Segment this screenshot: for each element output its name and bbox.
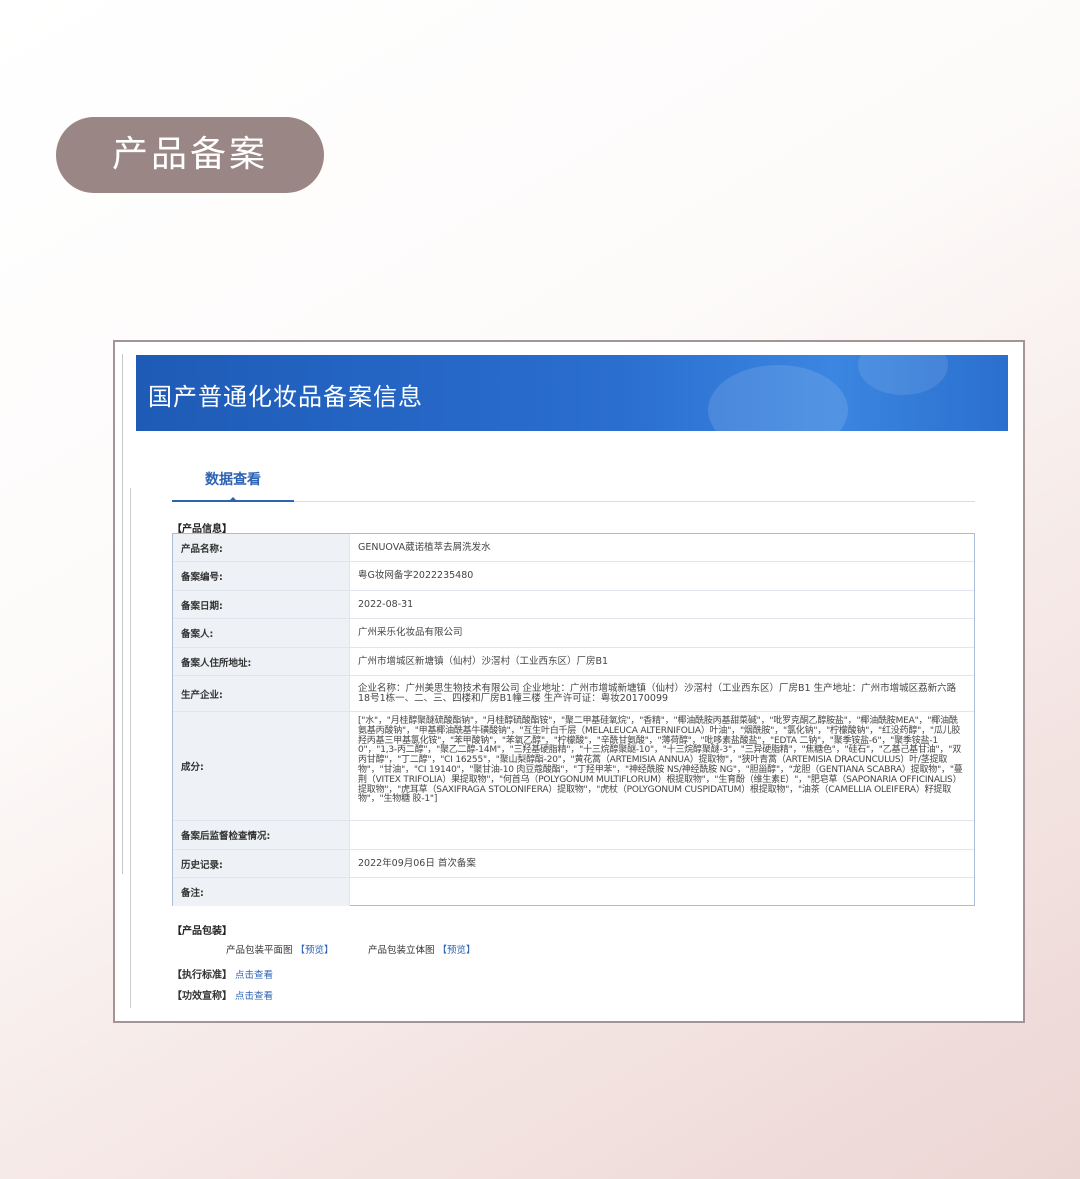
table-row: 备案日期: 2022-08-31 <box>173 591 974 619</box>
efficacy-row: 【功效宣称】 点击查看 <box>172 987 273 1002</box>
row-value: 广州采乐化妆品有限公司 <box>358 627 463 638</box>
row-label: 备案日期: <box>173 591 350 618</box>
packaging-flat-label: 产品包装平面图 <box>226 945 293 956</box>
table-row: 备案人住所地址: 广州市增城区新塘镇（仙村）沙滘村（工业西东区）厂房B1 <box>173 648 974 676</box>
table-row: 产品名称: GENUOVA葳诺植萃去屑洗发水 <box>173 534 974 562</box>
row-label: 备案后监督检查情况: <box>173 821 350 849</box>
table-row: 备案人: 广州采乐化妆品有限公司 <box>173 619 974 648</box>
row-label: 成分: <box>173 712 350 820</box>
tab-bar: 数据查看 <box>172 472 975 502</box>
ingredients-value: ["水"，"月桂醇聚醚硫酸酯钠"，"月桂醇硫酸酯铵"，"聚二甲基硅氧烷"，"香精… <box>358 716 963 805</box>
row-value <box>358 878 966 906</box>
table-row: 备案后监督检查情况: <box>173 821 974 850</box>
standard-label: 【执行标准】 <box>172 970 232 981</box>
frame-divider <box>130 488 131 1008</box>
row-value <box>358 821 966 849</box>
row-label: 历史记录: <box>173 850 350 877</box>
standard-view-link[interactable]: 点击查看 <box>235 970 273 981</box>
tab-data-view[interactable]: 数据查看 <box>172 472 294 502</box>
row-value: 粤G妆网备字2022235480 <box>358 570 474 581</box>
table-row: 成分: ["水"，"月桂醇聚醚硫酸酯钠"，"月桂醇硫酸酯铵"，"聚二甲基硅氧烷"… <box>173 712 974 821</box>
page-banner: 国产普通化妆品备案信息 <box>136 355 1008 431</box>
table-row: 备案编号: 粤G妆网备字2022235480 <box>173 562 974 591</box>
packaging-stereo-row: 产品包装立体图 【预览】 <box>368 942 476 956</box>
row-label: 备案人: <box>173 619 350 647</box>
row-value: 企业名称：广州美思生物技术有限公司 企业地址：广州市增城新塘镇（仙村）沙滘村（工… <box>358 682 957 704</box>
table-row: 备注: <box>173 878 974 906</box>
packaging-stereo-preview-link[interactable]: 【预览】 <box>438 945 476 956</box>
table-row: 生产企业: 企业名称：广州美思生物技术有限公司 企业地址：广州市增城新塘镇（仙村… <box>173 676 974 712</box>
table-row: 历史记录: 2022年09月06日 首次备案 <box>173 850 974 878</box>
frame-divider <box>122 354 123 874</box>
row-value: GENUOVA葳诺植萃去屑洗发水 <box>358 541 491 553</box>
row-value: 广州市增城区新塘镇（仙村）沙滘村（工业西东区）厂房B1 <box>358 655 609 667</box>
active-tab-caret-icon <box>228 497 238 502</box>
efficacy-view-link[interactable]: 点击查看 <box>235 991 273 1002</box>
row-label: 备注: <box>173 878 350 906</box>
efficacy-label: 【功效宣称】 <box>172 991 232 1002</box>
tab-label: 数据查看 <box>205 472 261 488</box>
row-value: 2022-08-31 <box>358 598 414 610</box>
product-filing-badge: 产品备案 <box>56 117 324 193</box>
row-label: 产品名称: <box>173 534 350 561</box>
packaging-section-title: 【产品包装】 <box>172 926 232 937</box>
row-label: 生产企业: <box>173 676 350 711</box>
row-label: 备案编号: <box>173 562 350 590</box>
packaging-flat-preview-link[interactable]: 【预览】 <box>296 945 334 956</box>
screenshot-frame: 国产普通化妆品备案信息 数据查看 【产品信息】 产品名称: GENUOVA葳诺植… <box>113 340 1025 1023</box>
packaging-flat-row: 产品包装平面图 【预览】 <box>226 942 334 956</box>
row-value: 2022年09月06日 首次备案 <box>358 857 476 869</box>
row-label: 备案人住所地址: <box>173 648 350 675</box>
product-info-table: 产品名称: GENUOVA葳诺植萃去屑洗发水 备案编号: 粤G妆网备字20222… <box>172 533 975 906</box>
packaging-stereo-label: 产品包装立体图 <box>368 945 435 956</box>
page-title: 国产普通化妆品备案信息 <box>148 383 423 411</box>
standard-row: 【执行标准】 点击查看 <box>172 966 273 981</box>
